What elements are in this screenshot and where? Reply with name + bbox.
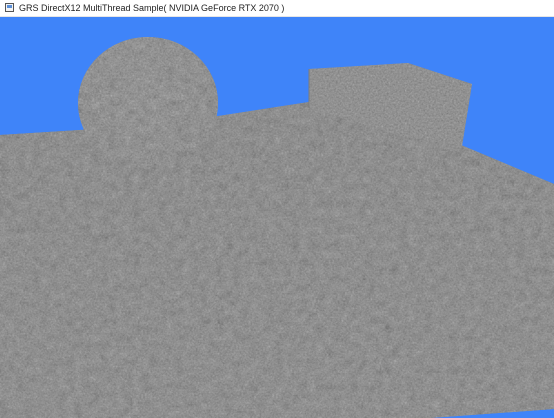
render-viewport[interactable] <box>0 17 554 418</box>
window-title: GRS DirectX12 MultiThread Sample( NVIDIA… <box>19 3 285 13</box>
sphere-object <box>78 37 218 169</box>
title-bar[interactable]: GRS DirectX12 MultiThread Sample( NVIDIA… <box>0 0 554 17</box>
ground-plane <box>0 102 554 418</box>
scene-canvas <box>0 17 554 418</box>
app-window: GRS DirectX12 MultiThread Sample( NVIDIA… <box>0 0 554 418</box>
app-window-icon[interactable] <box>5 3 14 12</box>
